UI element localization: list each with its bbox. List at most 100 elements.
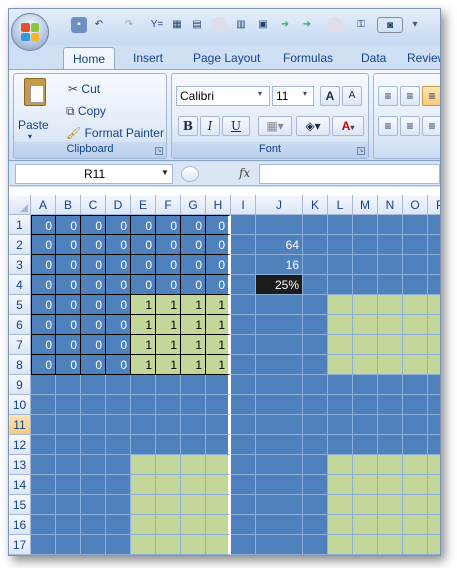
cell-o8[interactable] — [403, 355, 428, 375]
cell-b15[interactable] — [56, 495, 81, 515]
cell-g10[interactable] — [181, 395, 206, 415]
cell-p1[interactable] — [428, 215, 440, 235]
underline-button[interactable]: U — [222, 116, 250, 136]
cell-p6[interactable] — [428, 315, 440, 335]
cell-g8[interactable]: 1 — [181, 355, 206, 375]
cell-g15[interactable] — [181, 495, 206, 515]
cell-h15[interactable] — [206, 495, 231, 515]
cell-l2[interactable] — [328, 235, 353, 255]
cell-d17[interactable] — [106, 535, 131, 555]
cell-l11[interactable] — [328, 415, 353, 435]
cell-f3[interactable]: 0 — [156, 255, 181, 275]
row-header-11[interactable]: 11 — [9, 415, 31, 435]
tab-home[interactable]: Home — [63, 47, 115, 69]
cell-b8[interactable]: 0 — [56, 355, 81, 375]
save-icon[interactable]: ▪ — [71, 17, 87, 33]
cell-i8[interactable] — [231, 355, 256, 375]
insert-function-button[interactable]: fx — [239, 166, 250, 180]
cell-e8[interactable]: 1 — [131, 355, 156, 375]
cell-g5[interactable]: 1 — [181, 295, 206, 315]
cell-d4[interactable]: 0 — [106, 275, 131, 295]
cell-k13[interactable] — [303, 455, 328, 475]
cell-l13[interactable] — [328, 455, 353, 475]
column-header-h[interactable]: H — [206, 195, 231, 215]
cell-o3[interactable] — [403, 255, 428, 275]
cell-c14[interactable] — [81, 475, 106, 495]
cell-o15[interactable] — [403, 495, 428, 515]
cell-d14[interactable] — [106, 475, 131, 495]
row-header-4[interactable]: 4 — [9, 275, 31, 295]
cell-p4[interactable] — [428, 275, 440, 295]
cell-h9[interactable] — [206, 375, 231, 395]
cell-c7[interactable]: 0 — [81, 335, 106, 355]
cell-a1[interactable]: 0 — [31, 215, 56, 235]
cell-f12[interactable] — [156, 435, 181, 455]
cell-k12[interactable] — [303, 435, 328, 455]
cell-o11[interactable] — [403, 415, 428, 435]
cell-i6[interactable] — [231, 315, 256, 335]
cell-n7[interactable] — [378, 335, 403, 355]
cell-k16[interactable] — [303, 515, 328, 535]
column-header-l[interactable]: L — [328, 195, 353, 215]
italic-button[interactable]: I — [200, 116, 220, 136]
cell-l9[interactable] — [328, 375, 353, 395]
font-name-select[interactable]: Calibri — [176, 86, 270, 106]
cell-f10[interactable] — [156, 395, 181, 415]
grow-font-button[interactable]: A — [320, 86, 340, 106]
office-button[interactable] — [11, 13, 49, 51]
cell-o10[interactable] — [403, 395, 428, 415]
cell-i1[interactable] — [231, 215, 256, 235]
cell-j17[interactable] — [256, 535, 303, 555]
align-right-icon[interactable]: ≡ — [422, 116, 440, 136]
cell-g16[interactable] — [181, 515, 206, 535]
cell-e16[interactable] — [131, 515, 156, 535]
cell-h8[interactable]: 1 — [206, 355, 231, 375]
cell-a9[interactable] — [31, 375, 56, 395]
column-header-f[interactable]: F — [156, 195, 181, 215]
cell-a17[interactable] — [31, 535, 56, 555]
row-header-15[interactable]: 15 — [9, 495, 31, 515]
cell-f6[interactable]: 1 — [156, 315, 181, 335]
cell-b12[interactable] — [56, 435, 81, 455]
cell-a7[interactable]: 0 — [31, 335, 56, 355]
cell-a6[interactable]: 0 — [31, 315, 56, 335]
cell-f8[interactable]: 1 — [156, 355, 181, 375]
cell-c4[interactable]: 0 — [81, 275, 106, 295]
cell-p5[interactable] — [428, 295, 440, 315]
row-header-8[interactable]: 8 — [9, 355, 31, 375]
cell-c11[interactable] — [81, 415, 106, 435]
cell-k1[interactable] — [303, 215, 328, 235]
row-header-6[interactable]: 6 — [9, 315, 31, 335]
cell-c13[interactable] — [81, 455, 106, 475]
cell-b4[interactable]: 0 — [56, 275, 81, 295]
copy-button[interactable]: ⧉ Copy — [66, 104, 106, 119]
cell-m9[interactable] — [353, 375, 378, 395]
cell-p7[interactable] — [428, 335, 440, 355]
cell-i10[interactable] — [231, 395, 256, 415]
cell-g13[interactable] — [181, 455, 206, 475]
cell-h5[interactable]: 1 — [206, 295, 231, 315]
cell-k10[interactable] — [303, 395, 328, 415]
cell-f17[interactable] — [156, 535, 181, 555]
row-header-2[interactable]: 2 — [9, 235, 31, 255]
cell-m17[interactable] — [353, 535, 378, 555]
cell-p9[interactable] — [428, 375, 440, 395]
cell-i7[interactable] — [231, 335, 256, 355]
cell-g2[interactable]: 0 — [181, 235, 206, 255]
table-icon[interactable]: ▤ — [189, 17, 205, 33]
cell-l10[interactable] — [328, 395, 353, 415]
cell-j15[interactable] — [256, 495, 303, 515]
cell-f5[interactable]: 1 — [156, 295, 181, 315]
cell-n12[interactable] — [378, 435, 403, 455]
cell-o13[interactable] — [403, 455, 428, 475]
font-color-button[interactable]: A▾ — [332, 116, 364, 136]
cell-e7[interactable]: 1 — [131, 335, 156, 355]
cell-i2[interactable] — [231, 235, 256, 255]
cell-j13[interactable] — [256, 455, 303, 475]
cell-i12[interactable] — [231, 435, 256, 455]
cell-f14[interactable] — [156, 475, 181, 495]
cell-o17[interactable] — [403, 535, 428, 555]
cell-c1[interactable]: 0 — [81, 215, 106, 235]
cell-e3[interactable]: 0 — [131, 255, 156, 275]
cell-g3[interactable]: 0 — [181, 255, 206, 275]
